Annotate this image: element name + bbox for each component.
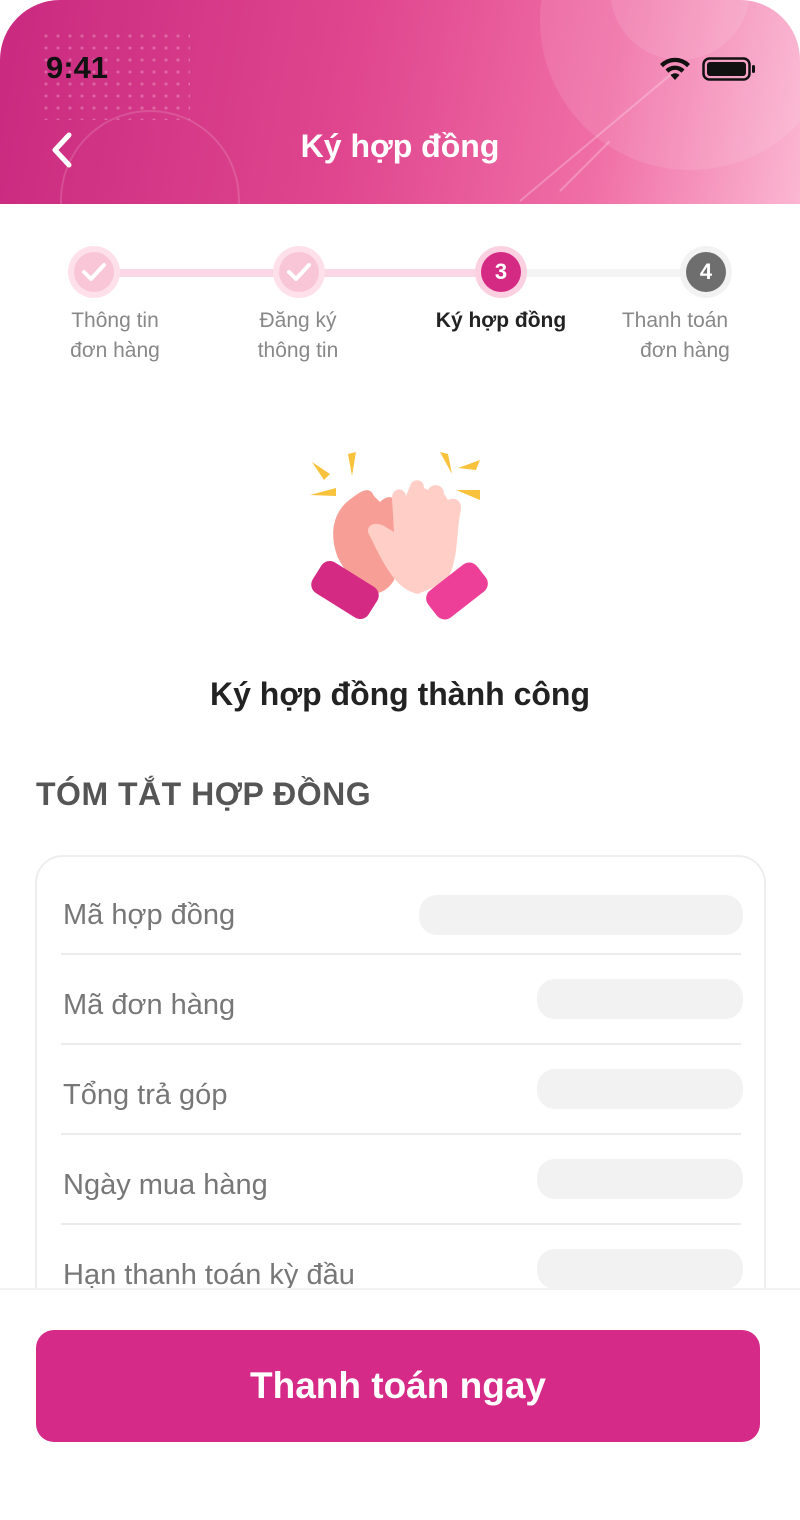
step-2-label: Đăng ký thông tin — [218, 306, 378, 366]
row-label: Mã hợp đồng — [63, 899, 236, 931]
summary-row-installment-total: Tổng trả góp — [61, 1045, 743, 1135]
step-2-label-line2: thông tin — [257, 339, 339, 362]
row-value-placeholder — [537, 1159, 743, 1199]
success-title: Ký hợp đồng thành công — [209, 676, 591, 712]
progress-stepper: 3 4 Thông tin đơn hàng Đăng ký thông tin… — [0, 230, 800, 370]
step-4-indicator: 4 — [680, 246, 732, 298]
step-4-label-line1: Thanh toán — [621, 309, 729, 332]
row-label: Ngày mua hàng — [63, 1169, 268, 1201]
row-label: Tổng trả góp — [63, 1079, 228, 1111]
step-4-number: 4 — [686, 252, 726, 292]
row-value-placeholder — [419, 895, 743, 935]
summary-row-purchase-date: Ngày mua hàng — [61, 1135, 743, 1225]
step-connector — [299, 269, 502, 277]
step-2-label-line1: Đăng ký — [259, 309, 337, 332]
pay-now-button[interactable]: Thanh toán ngay — [36, 1330, 760, 1442]
header-bar: 9:41 Ký hợp đồng — [0, 0, 800, 204]
summary-row-order-id: Mã đơn hàng — [61, 955, 743, 1045]
contract-summary-card: Mã hợp đồng Mã đơn hàng Tổng trả góp Ngà… — [35, 855, 766, 1325]
status-icons — [658, 56, 756, 82]
row-label: Mã đơn hàng — [63, 989, 236, 1021]
step-4-label: Thanh toán đơn hàng — [595, 306, 755, 366]
row-value-placeholder — [537, 979, 743, 1019]
row-value-placeholder — [537, 1069, 743, 1109]
row-value-placeholder — [537, 1249, 743, 1289]
page-title: Ký hợp đồng — [300, 128, 500, 164]
wifi-icon — [660, 57, 690, 80]
step-3-number: 3 — [481, 252, 521, 292]
status-time: 9:41 — [46, 50, 109, 85]
summary-row-contract-id: Mã hợp đồng — [61, 865, 743, 955]
step-4-label-line2: đơn hàng — [640, 339, 730, 362]
check-icon — [287, 263, 311, 281]
bottom-action-bar: Thanh toán ngay — [0, 1288, 800, 1520]
step-3-label-line1: Ký hợp đồng — [435, 309, 567, 332]
step-connector — [94, 269, 301, 277]
step-connector — [502, 269, 707, 277]
step-3-indicator: 3 — [475, 246, 527, 298]
summary-section-title: TÓM TẮT HỢP ĐỒNG — [36, 776, 372, 812]
step-1-label-line2: đơn hàng — [70, 339, 160, 362]
step-2-indicator — [273, 246, 325, 298]
step-1-label-line1: Thông tin — [71, 309, 159, 332]
step-3-label: Ký hợp đồng — [421, 306, 581, 336]
step-1-indicator — [68, 246, 120, 298]
step-1-label: Thông tin đơn hàng — [35, 306, 195, 366]
battery-icon — [702, 57, 755, 81]
check-icon — [82, 263, 106, 281]
high-five-illustration — [310, 452, 488, 620]
